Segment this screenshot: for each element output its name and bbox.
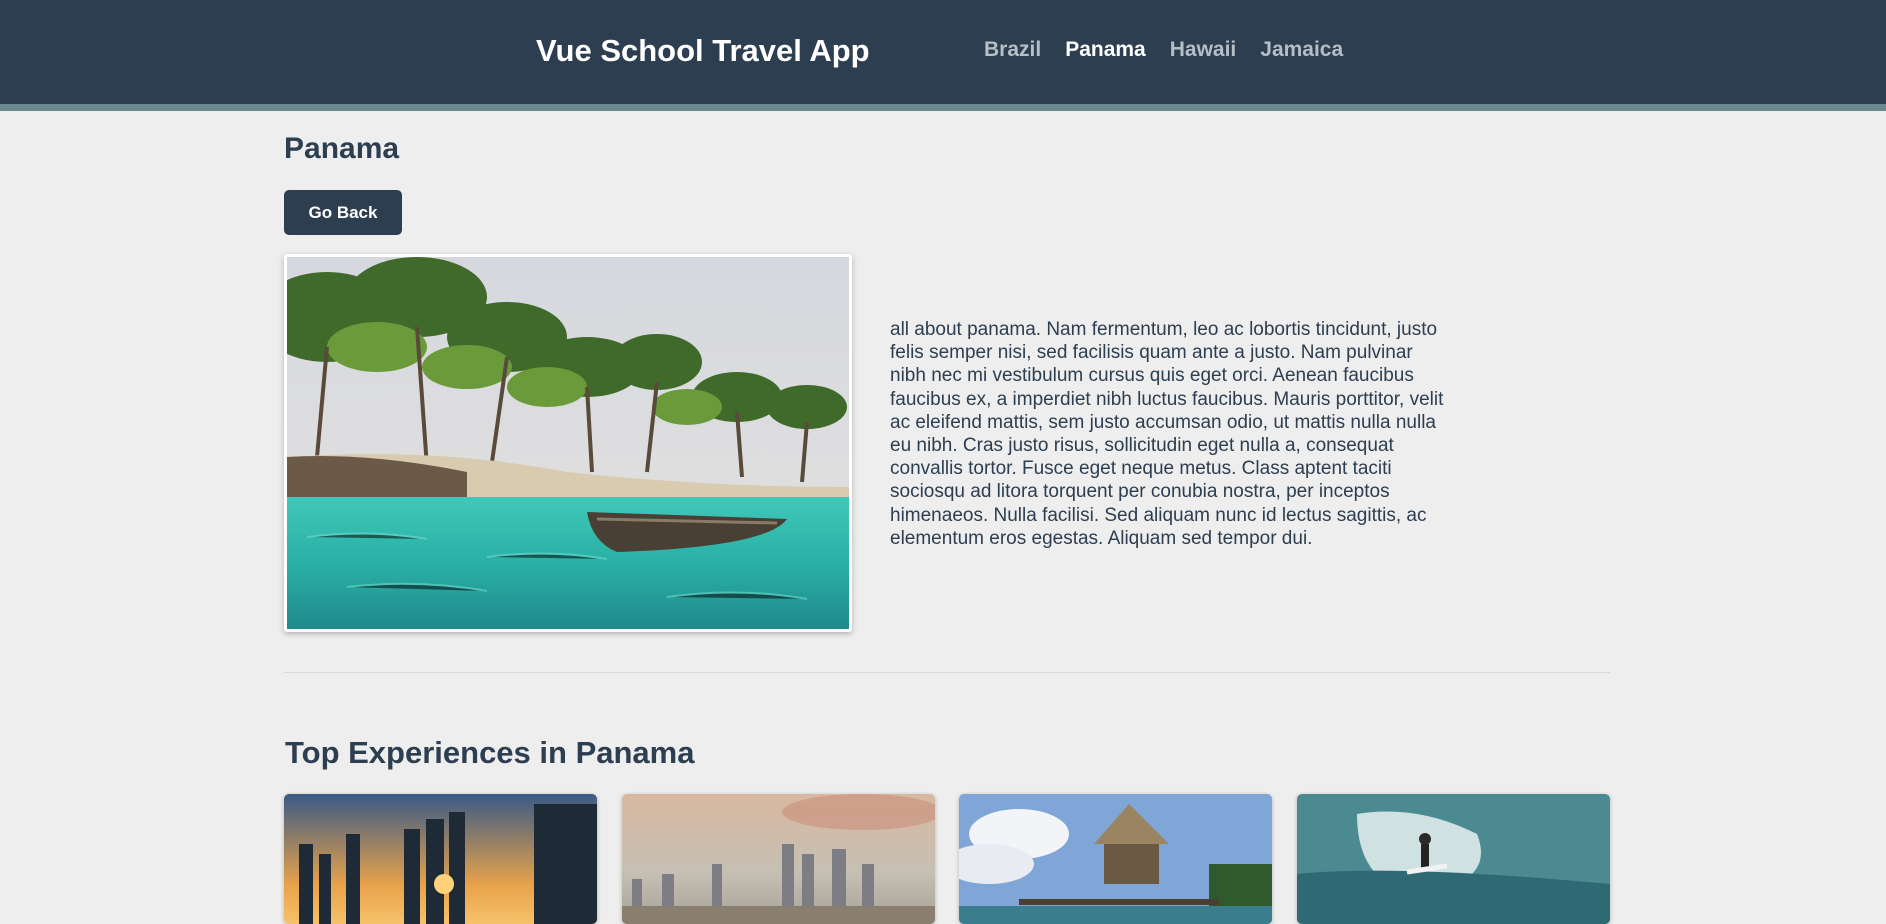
nav-link-jamaica[interactable]: Jamaica xyxy=(1260,37,1343,63)
nav-link-hawaii[interactable]: Hawaii xyxy=(1170,37,1237,63)
nav-link-panama[interactable]: Panama xyxy=(1065,37,1146,63)
section-divider xyxy=(284,672,1610,673)
page-title: Panama xyxy=(284,132,400,165)
destination-image xyxy=(284,254,852,632)
experiences-list xyxy=(284,794,1610,924)
navbar: Vue School Travel App Brazil Panama Hawa… xyxy=(0,0,1886,111)
go-back-button[interactable]: Go Back xyxy=(284,190,402,235)
destination-description: all about panama. Nam fermentum, leo ac … xyxy=(890,319,1444,549)
app-brand-title[interactable]: Vue School Travel App xyxy=(536,31,870,71)
nav-links: Brazil Panama Hawaii Jamaica xyxy=(984,37,1367,63)
experiences-title: Top Experiences in Panama xyxy=(285,735,695,770)
nav-link-brazil[interactable]: Brazil xyxy=(984,37,1041,63)
